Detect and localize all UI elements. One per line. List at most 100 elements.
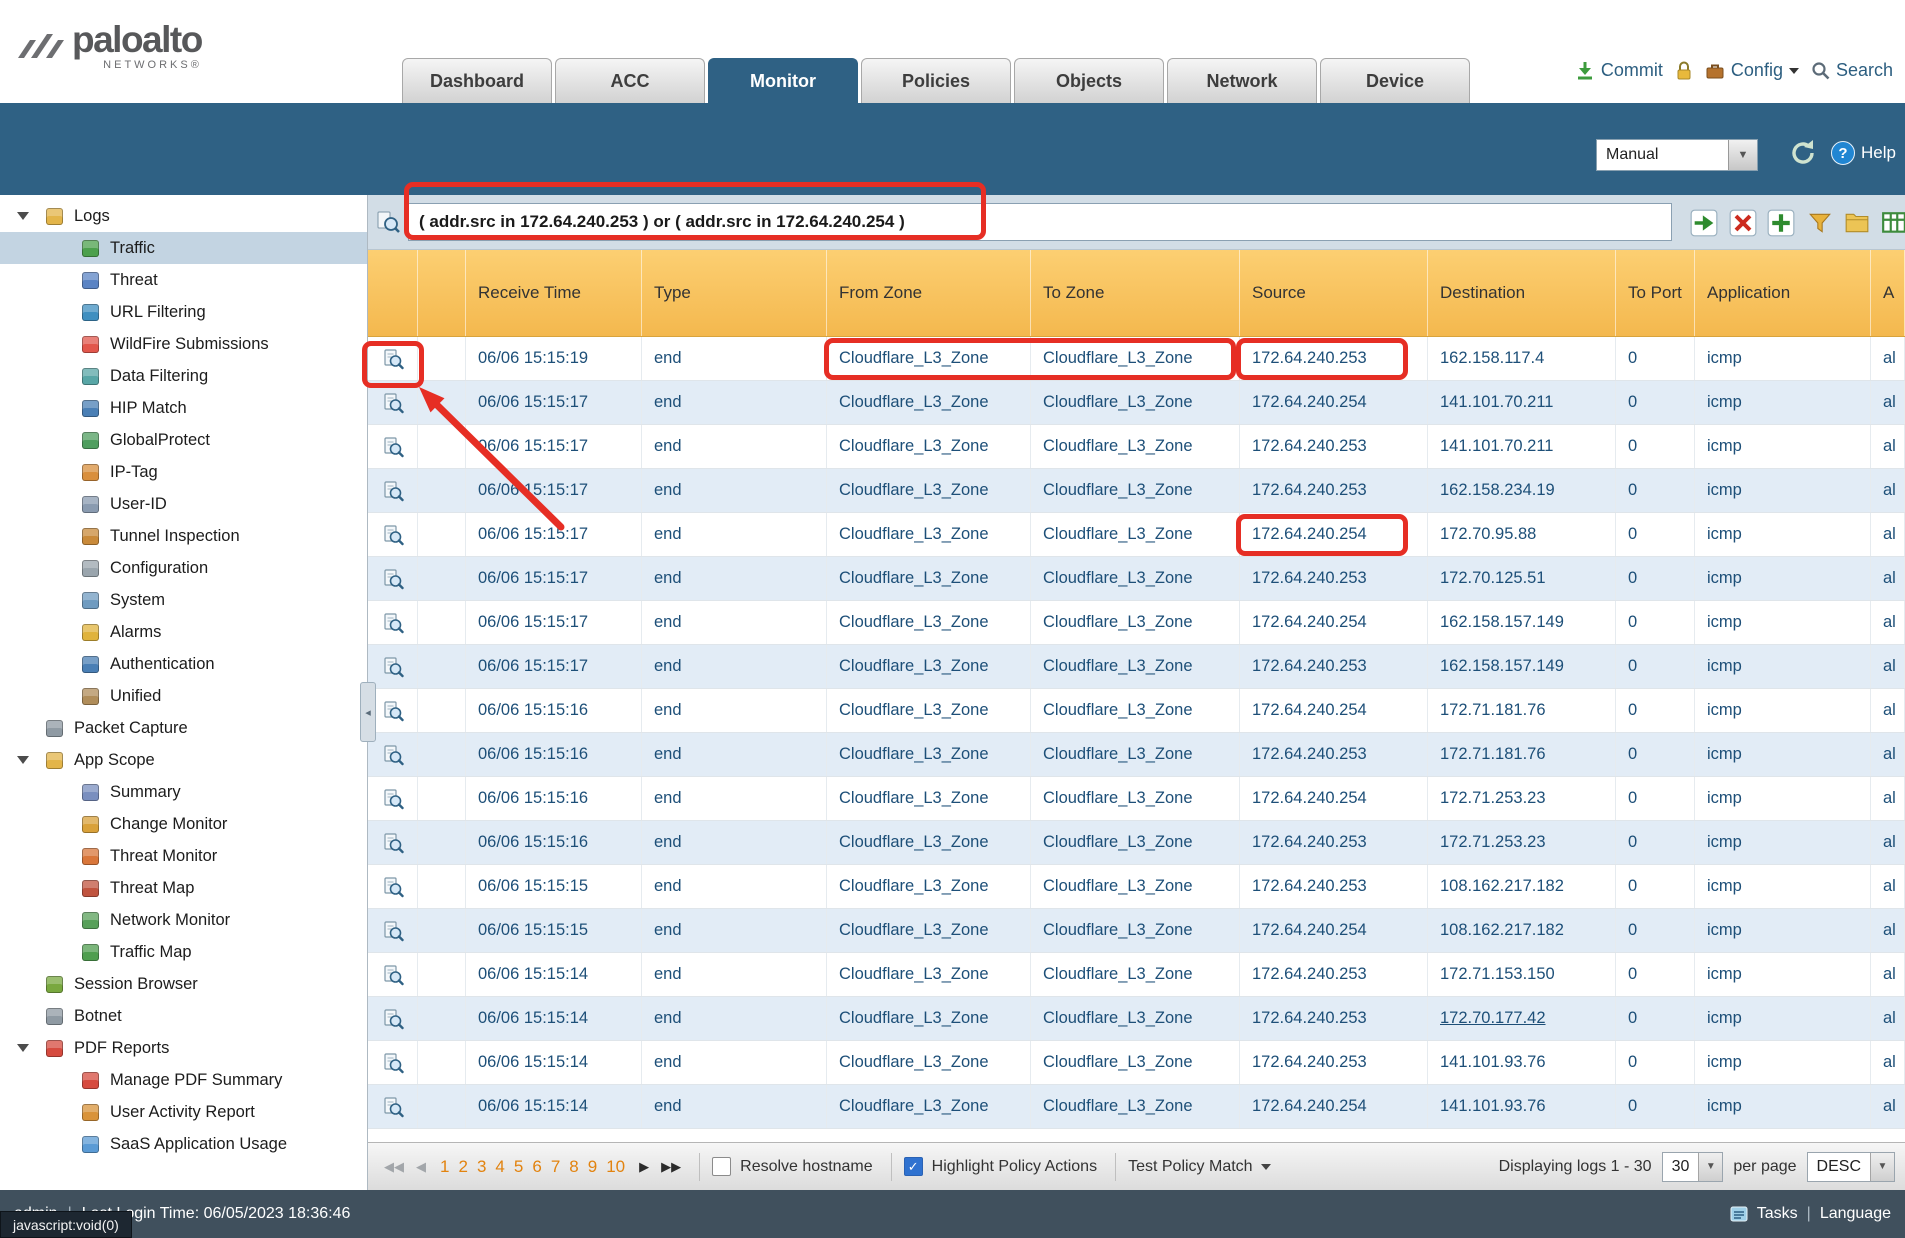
- help-button[interactable]: ? Help: [1831, 141, 1896, 165]
- export-logs-button[interactable]: [1879, 208, 1905, 238]
- log-detail-icon[interactable]: [368, 469, 418, 512]
- log-detail-icon[interactable]: [368, 601, 418, 644]
- tab-monitor[interactable]: Monitor: [708, 58, 858, 103]
- first-page-button[interactable]: ◀◀: [384, 1159, 404, 1175]
- log-detail-icon[interactable]: [368, 1041, 418, 1084]
- apply-filter-button[interactable]: [1689, 208, 1719, 238]
- expand-caret-icon[interactable]: [17, 212, 29, 220]
- highlight-policy-actions-checkbox[interactable]: ✓: [904, 1157, 923, 1176]
- page-number-4[interactable]: 4: [495, 1157, 504, 1177]
- log-detail-icon[interactable]: [368, 821, 418, 864]
- log-detail-icon[interactable]: [368, 513, 418, 556]
- log-detail-icon[interactable]: [368, 381, 418, 424]
- tab-objects[interactable]: Objects: [1014, 58, 1164, 103]
- page-number-6[interactable]: 6: [532, 1157, 541, 1177]
- sidebar-item-alarms[interactable]: Alarms: [0, 616, 367, 648]
- log-detail-icon[interactable]: [368, 997, 418, 1040]
- chevron-down-icon[interactable]: ▼: [1870, 1153, 1894, 1181]
- tab-policies[interactable]: Policies: [861, 58, 1011, 103]
- sidebar-item-threat[interactable]: Threat: [0, 264, 367, 296]
- col-header-receive-time[interactable]: Receive Time: [466, 250, 642, 336]
- log-detail-icon[interactable]: [368, 337, 418, 380]
- sidebar-item-threat-monitor[interactable]: Threat Monitor: [0, 840, 367, 872]
- per-page-select[interactable]: 30 ▼: [1662, 1152, 1724, 1182]
- log-filter-input[interactable]: [408, 203, 1672, 241]
- sidebar-item-configuration[interactable]: Configuration: [0, 552, 367, 584]
- sidebar-item-threat-map[interactable]: Threat Map: [0, 872, 367, 904]
- sidebar-item-user-id[interactable]: User-ID: [0, 488, 367, 520]
- log-detail-icon[interactable]: [368, 425, 418, 468]
- prev-page-button[interactable]: ◀: [416, 1159, 426, 1175]
- sidebar-item-session-browser[interactable]: Session Browser: [0, 968, 367, 1000]
- destination-link[interactable]: 172.70.177.42: [1440, 1009, 1546, 1028]
- sidebar-item-network-monitor[interactable]: Network Monitor: [0, 904, 367, 936]
- log-detail-icon[interactable]: [368, 865, 418, 908]
- col-header-type[interactable]: Type: [642, 250, 827, 336]
- resolve-hostname-checkbox[interactable]: [712, 1157, 731, 1176]
- sidebar-item-data-filtering[interactable]: Data Filtering: [0, 360, 367, 392]
- log-detail-icon[interactable]: [368, 645, 418, 688]
- page-number-1[interactable]: 1: [440, 1157, 449, 1177]
- page-number-9[interactable]: 9: [588, 1157, 597, 1177]
- col-header-source[interactable]: Source: [1240, 250, 1428, 336]
- chevron-down-icon[interactable]: ▼: [1728, 140, 1757, 170]
- sidebar-item-tunnel-inspection[interactable]: Tunnel Inspection: [0, 520, 367, 552]
- tab-device[interactable]: Device: [1320, 58, 1470, 103]
- log-detail-icon[interactable]: [368, 953, 418, 996]
- load-filter-button[interactable]: [1842, 208, 1872, 238]
- log-detail-icon[interactable]: [368, 909, 418, 952]
- sidebar-item-unified[interactable]: Unified: [0, 680, 367, 712]
- col-header-icon[interactable]: [368, 250, 418, 336]
- page-number-10[interactable]: 10: [606, 1157, 625, 1177]
- log-detail-icon[interactable]: [368, 1085, 418, 1128]
- filter-builder-button[interactable]: [1805, 208, 1835, 238]
- config-button[interactable]: Config: [1705, 60, 1799, 81]
- sidebar-item-summary[interactable]: Summary: [0, 776, 367, 808]
- sidebar-item-pdf-reports[interactable]: PDF Reports: [0, 1032, 367, 1064]
- sidebar-item-globalprotect[interactable]: GlobalProtect: [0, 424, 367, 456]
- tab-network[interactable]: Network: [1167, 58, 1317, 103]
- next-page-button[interactable]: ▶: [639, 1159, 649, 1175]
- sidebar-item-logs[interactable]: Logs: [0, 200, 367, 232]
- sidebar-item-user-activity-report[interactable]: User Activity Report: [0, 1096, 367, 1128]
- sidebar-item-app-scope[interactable]: App Scope: [0, 744, 367, 776]
- page-number-2[interactable]: 2: [458, 1157, 467, 1177]
- page-number-8[interactable]: 8: [569, 1157, 578, 1177]
- tab-dashboard[interactable]: Dashboard: [402, 58, 552, 103]
- clear-filter-button[interactable]: [1728, 208, 1758, 238]
- refresh-button[interactable]: [1788, 138, 1818, 173]
- language-button[interactable]: Language: [1820, 1205, 1891, 1223]
- sidebar-item-packet-capture[interactable]: Packet Capture: [0, 712, 367, 744]
- sidebar-item-botnet[interactable]: Botnet: [0, 1000, 367, 1032]
- sidebar-collapse-handle[interactable]: ◂: [360, 682, 376, 742]
- sidebar-item-change-monitor[interactable]: Change Monitor: [0, 808, 367, 840]
- refresh-interval-select[interactable]: Manual ▼: [1596, 139, 1758, 171]
- sidebar-item-manage-pdf-summary[interactable]: Manage PDF Summary: [0, 1064, 367, 1096]
- col-header-to-port[interactable]: To Port: [1616, 250, 1695, 336]
- tasks-button[interactable]: Tasks: [1757, 1205, 1798, 1223]
- page-number-5[interactable]: 5: [514, 1157, 523, 1177]
- col-header-from-zone[interactable]: From Zone: [827, 250, 1031, 336]
- sidebar-item-system[interactable]: System: [0, 584, 367, 616]
- expand-caret-icon[interactable]: [17, 1044, 29, 1052]
- sidebar-item-authentication[interactable]: Authentication: [0, 648, 367, 680]
- log-detail-icon[interactable]: [368, 777, 418, 820]
- sidebar-item-hip-match[interactable]: HIP Match: [0, 392, 367, 424]
- lock-icon[interactable]: [1675, 60, 1693, 81]
- sidebar-item-ip-tag[interactable]: IP-Tag: [0, 456, 367, 488]
- expand-caret-icon[interactable]: [17, 756, 29, 764]
- sidebar-item-wildfire-submissions[interactable]: WildFire Submissions: [0, 328, 367, 360]
- col-header-blank[interactable]: [418, 250, 466, 336]
- sidebar-item-url-filtering[interactable]: URL Filtering: [0, 296, 367, 328]
- tab-acc[interactable]: ACC: [555, 58, 705, 103]
- search-button[interactable]: Search: [1811, 60, 1893, 81]
- commit-button[interactable]: Commit: [1575, 60, 1663, 81]
- sidebar-item-saas-application-usage[interactable]: SaaS Application Usage: [0, 1128, 367, 1160]
- log-detail-icon[interactable]: [368, 557, 418, 600]
- sidebar-item-traffic-map[interactable]: Traffic Map: [0, 936, 367, 968]
- sort-order-select[interactable]: DESC ▼: [1807, 1152, 1895, 1182]
- col-header-action[interactable]: A: [1871, 250, 1905, 336]
- page-number-7[interactable]: 7: [551, 1157, 560, 1177]
- col-header-destination[interactable]: Destination: [1428, 250, 1616, 336]
- add-filter-button[interactable]: [1766, 208, 1796, 238]
